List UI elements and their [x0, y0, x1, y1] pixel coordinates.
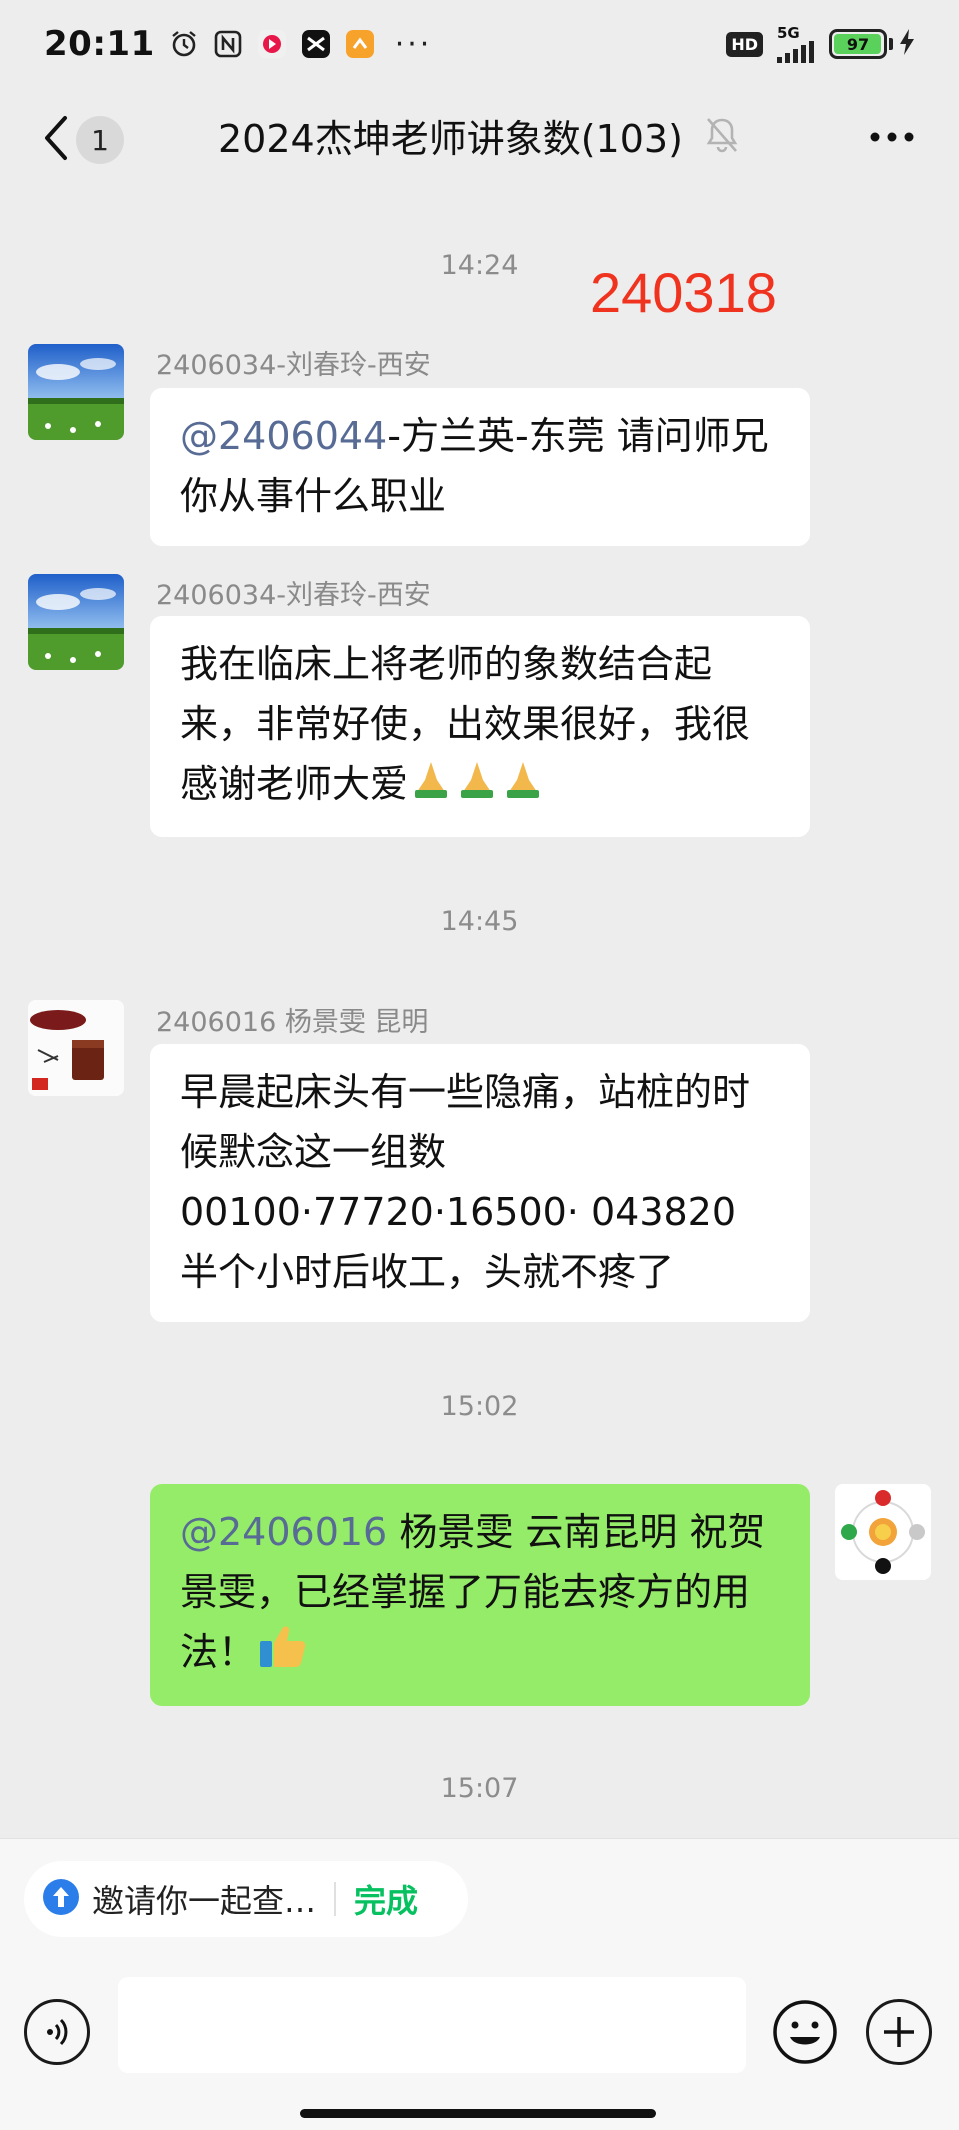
- mention-link[interactable]: @2406016: [180, 1510, 387, 1554]
- message-bubble[interactable]: 我在临床上将老师的象数结合起来，非常好使，出效果很好，我很感谢老师大爱: [150, 616, 810, 837]
- more-notifications: ···: [394, 26, 433, 62]
- network-type: 5G: [777, 23, 800, 42]
- nfc-icon: [213, 29, 243, 59]
- charging-icon: [899, 29, 915, 59]
- message-bubble[interactable]: 早晨起床头有一些隐痛，站桩的时候默念这一组数 00100·77720·16500…: [150, 1044, 810, 1322]
- invite-card[interactable]: 邀请你一起查… 完成: [24, 1861, 468, 1937]
- my-avatar[interactable]: [835, 1484, 931, 1580]
- orange-app-icon: [345, 29, 375, 59]
- plus-icon: [884, 2017, 914, 2047]
- divider: [334, 1882, 337, 1916]
- more-dots-icon: [870, 132, 914, 142]
- status-bar: 20:11 ··· HD 5G 97: [0, 0, 959, 88]
- bottom-bar: 邀请你一起查… 完成: [0, 1838, 959, 2130]
- invite-done-button[interactable]: 完成: [354, 1876, 418, 1922]
- invite-arrow-icon: [42, 1878, 80, 1920]
- signal-icon: [777, 40, 817, 63]
- message-text: 早晨起床头有一些隐痛，站桩的时候默念这一组数 00100·77720·16500…: [180, 1070, 751, 1294]
- praying-hands-emoji-icon: [410, 757, 452, 817]
- time-label: 14:24: [440, 250, 519, 281]
- praying-hands-emoji-icon: [456, 757, 498, 817]
- thumbs-up-emoji-icon: [258, 1623, 308, 1686]
- chat-header: 1 2024杰坤老师讲象数(103): [0, 88, 959, 188]
- message-input[interactable]: [118, 1977, 746, 2073]
- avatar[interactable]: [28, 1000, 124, 1096]
- avatar[interactable]: [28, 344, 124, 440]
- battery-level: 97: [846, 34, 870, 54]
- voice-icon: [47, 2018, 68, 2046]
- notification-icons: ···: [169, 27, 433, 62]
- signal-indicator: 5G: [777, 23, 817, 63]
- sender-name: 2406034-刘春玲-西安: [156, 350, 431, 381]
- my-message-bubble[interactable]: @2406016 杨景雯 云南昆明 祝贺景雯，已经掌握了万能去疼方的用法！: [150, 1484, 810, 1706]
- alarm-icon: [169, 29, 199, 59]
- invite-text[interactable]: 邀请你一起查…: [92, 1876, 316, 1922]
- music-app-icon: [257, 29, 287, 59]
- emoji-button[interactable]: [772, 1999, 838, 2065]
- home-indicator[interactable]: [300, 2109, 656, 2118]
- hd-badge: HD: [726, 31, 763, 57]
- input-row: [0, 1977, 959, 2087]
- unread-count-badge[interactable]: 1: [76, 116, 124, 164]
- time-label: 14:45: [440, 906, 519, 937]
- message-list[interactable]: 14:24 240318 2406034-刘春玲-西安 @2406044-方兰英…: [0, 188, 959, 1838]
- battery-cap: [889, 38, 893, 50]
- time-label: 15:07: [440, 1773, 519, 1804]
- more-options-button[interactable]: [862, 112, 922, 162]
- chat-title: 2024杰坤老师讲象数(103): [218, 117, 683, 161]
- sender-name: 2406034-刘春玲-西安: [156, 580, 431, 611]
- battery-icon: 97: [829, 29, 887, 59]
- date-stamp: 240318: [590, 261, 777, 324]
- sender-name: 2406016 杨景雯 昆明: [156, 1007, 429, 1038]
- more-functions-button[interactable]: [866, 1999, 932, 2065]
- voice-input-button[interactable]: [24, 1999, 90, 2065]
- praying-hands-emoji-icon: [502, 757, 544, 817]
- status-time: 20:11: [44, 24, 155, 64]
- capcut-icon: [301, 29, 331, 59]
- message-bubble[interactable]: @2406044-方兰英-东莞 请问师兄你从事什么职业: [150, 388, 810, 546]
- mention-link[interactable]: @2406044: [180, 414, 387, 458]
- mute-bell-icon: [705, 116, 739, 158]
- avatar[interactable]: [28, 574, 124, 670]
- smiley-icon: [773, 2000, 837, 2064]
- system-indicators: HD 5G 97: [726, 23, 915, 63]
- time-label: 15:02: [440, 1391, 519, 1422]
- chevron-left-icon: [45, 116, 67, 160]
- back-button[interactable]: [36, 110, 76, 166]
